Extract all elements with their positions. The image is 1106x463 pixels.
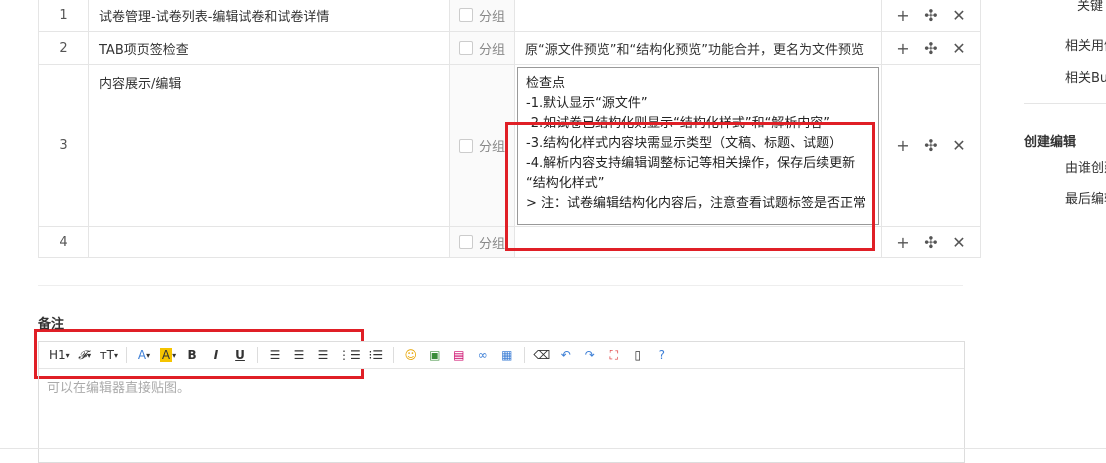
- step-desc[interactable]: TAB项页签检查: [88, 31, 450, 65]
- group-cell[interactable]: 分组: [449, 31, 515, 65]
- fullscreen-icon[interactable]: ⛶: [603, 345, 625, 365]
- divider: [1024, 103, 1106, 104]
- steps-table: 1 试卷管理-试卷列表-编辑试卷和试卷详情 分组 + ✣ ✕ 2 TAB项页签检查 …: [38, 0, 981, 258]
- clear-format-icon[interactable]: ⌫: [531, 345, 553, 365]
- step-number: 4: [38, 226, 89, 258]
- expected-line: -3.结构化样式内容块需显示类型（文稿、标题、试题）: [526, 135, 843, 151]
- group-checkbox[interactable]: [458, 138, 473, 153]
- toolbar-separator: [257, 347, 259, 363]
- align-left-icon[interactable]: ☰: [264, 345, 286, 365]
- add-icon[interactable]: +: [889, 39, 917, 58]
- add-icon[interactable]: +: [889, 233, 917, 252]
- keyword-label: 关键: [1077, 0, 1104, 14]
- step-desc[interactable]: 试卷管理-试卷列表-编辑试卷和试卷详情: [88, 0, 450, 32]
- group-checkbox[interactable]: [458, 41, 473, 55]
- heading-button[interactable]: H1 ▾: [47, 345, 72, 365]
- move-icon[interactable]: ✣: [917, 39, 945, 58]
- group-checkbox[interactable]: [458, 235, 473, 249]
- image-icon[interactable]: ▣: [424, 345, 446, 365]
- expected-line: 检查点: [526, 75, 566, 91]
- create-edit-heading: 创建编辑: [1024, 135, 1077, 150]
- step-desc[interactable]: 内容展示/编辑: [88, 64, 450, 227]
- expected-textarea[interactable]: 检查点 -1.默认显示“源文件” -2.如试卷已结构化则显示“结构化样式”和“解…: [517, 66, 879, 225]
- unordered-list-icon[interactable]: ⁝☰: [365, 345, 387, 365]
- row-actions: + ✣ ✕: [881, 31, 981, 65]
- undo-icon[interactable]: ↶: [555, 345, 577, 365]
- expected-line: “结构化样式”: [526, 175, 605, 191]
- delete-icon[interactable]: ✕: [945, 6, 973, 25]
- related-case-label: 相关用例: [1065, 39, 1106, 54]
- table-row: 4 分组 + ✣ ✕: [38, 226, 981, 258]
- related-bug-label: 相关Bu: [1065, 71, 1106, 86]
- remarks-title: 备注: [38, 317, 65, 332]
- expected-line: > 注：试卷编辑结构化内容后，注意查看试题标签是否正常: [526, 195, 867, 211]
- table-row: 3 内容展示/编辑 分组 检查点 -1.默认显示“源文件” -2.如试卷已结构化…: [38, 64, 981, 227]
- delete-icon[interactable]: ✕: [945, 233, 973, 252]
- redo-icon[interactable]: ↷: [579, 345, 601, 365]
- table-row: 1 试卷管理-试卷列表-编辑试卷和试卷详情 分组 + ✣ ✕: [38, 0, 981, 32]
- italic-button[interactable]: I: [205, 345, 227, 365]
- code-icon[interactable]: ▤: [448, 345, 470, 365]
- divider: [0, 448, 1106, 449]
- toolbar-separator: [523, 347, 525, 363]
- step-number: 1: [38, 0, 89, 32]
- group-cell[interactable]: 分组: [449, 64, 515, 227]
- group-label: 分组: [478, 42, 505, 58]
- toolbar-separator: [126, 347, 128, 363]
- size-label: тT: [99, 348, 115, 362]
- delete-icon[interactable]: ✕: [945, 136, 973, 155]
- emoji-icon[interactable]: ☺: [400, 345, 422, 365]
- group-cell[interactable]: 分组: [449, 226, 515, 258]
- source-icon[interactable]: ▯: [627, 345, 649, 365]
- bold-button[interactable]: B: [181, 345, 203, 365]
- move-icon[interactable]: ✣: [917, 136, 945, 155]
- move-icon[interactable]: ✣: [917, 233, 945, 252]
- group-label: 分组: [478, 236, 505, 252]
- add-icon[interactable]: +: [889, 136, 917, 155]
- toolbar-separator: [392, 347, 394, 363]
- expected-line: -1.默认显示“源文件”: [526, 95, 648, 111]
- add-icon[interactable]: +: [889, 6, 917, 25]
- expected-cell: 检查点 -1.默认显示“源文件” -2.如试卷已结构化则显示“结构化样式”和“解…: [514, 64, 882, 227]
- step-desc[interactable]: [88, 226, 450, 258]
- expected-line: -4.解析内容支持编辑调整标记等相关操作，保存后续更新: [526, 155, 856, 171]
- expected-cell[interactable]: [514, 226, 882, 258]
- align-center-icon[interactable]: ☰: [288, 345, 310, 365]
- expected-cell[interactable]: 原“源文件预览”和“结构化预览”功能合并，更名为文件预览: [514, 31, 882, 65]
- help-icon[interactable]: ?: [651, 345, 673, 365]
- row-actions: + ✣ ✕: [881, 64, 981, 227]
- step-number: 3: [38, 64, 89, 227]
- underline-button[interactable]: U: [229, 345, 251, 365]
- heading-label: H1: [49, 348, 66, 362]
- group-label: 分组: [478, 140, 505, 155]
- editor-toolbar: H1 ▾ 𝓕 ▾ тT ▾ A ▾ A ▾ B I U ☰ ☰ ☰ ⋮☰ ⁝☰ ☺ ▣ ▤…: [39, 342, 964, 369]
- link-icon[interactable]: ∞: [472, 345, 494, 365]
- divider: [38, 285, 963, 286]
- group-checkbox[interactable]: [458, 8, 473, 22]
- font-family-button[interactable]: 𝓕 ▾: [74, 345, 96, 365]
- step-number: 2: [38, 31, 89, 65]
- move-icon[interactable]: ✣: [917, 6, 945, 25]
- table-icon[interactable]: ▦: [496, 345, 518, 365]
- ordered-list-icon[interactable]: ⋮☰: [336, 345, 363, 365]
- font-label: 𝓕: [78, 347, 88, 362]
- align-right-icon[interactable]: ☰: [312, 345, 334, 365]
- expected-cell[interactable]: [514, 0, 882, 32]
- table-row: 2 TAB项页签检查 分组 原“源文件预览”和“结构化预览”功能合并，更名为文件…: [38, 31, 981, 65]
- row-actions: + ✣ ✕: [881, 0, 981, 32]
- row-actions: + ✣ ✕: [881, 226, 981, 258]
- created-by-label: 由谁创建: [1065, 161, 1106, 176]
- group-cell[interactable]: 分组: [449, 0, 515, 32]
- font-color-icon[interactable]: A ▾: [133, 345, 155, 365]
- font-size-button[interactable]: тT ▾: [98, 345, 120, 365]
- delete-icon[interactable]: ✕: [945, 39, 973, 58]
- expected-line: -2.如试卷已结构化则显示“结构化样式”和“解析内容”: [526, 115, 831, 131]
- editor-body[interactable]: 可以在编辑器直接贴图。: [39, 369, 964, 404]
- last-edited-label: 最后编辑: [1065, 192, 1106, 207]
- remarks-editor: H1 ▾ 𝓕 ▾ тT ▾ A ▾ A ▾ B I U ☰ ☰ ☰ ⋮☰ ⁝☰ ☺ ▣ ▤…: [38, 341, 965, 463]
- bg-color-icon[interactable]: A ▾: [157, 345, 179, 365]
- group-label: 分组: [478, 9, 505, 25]
